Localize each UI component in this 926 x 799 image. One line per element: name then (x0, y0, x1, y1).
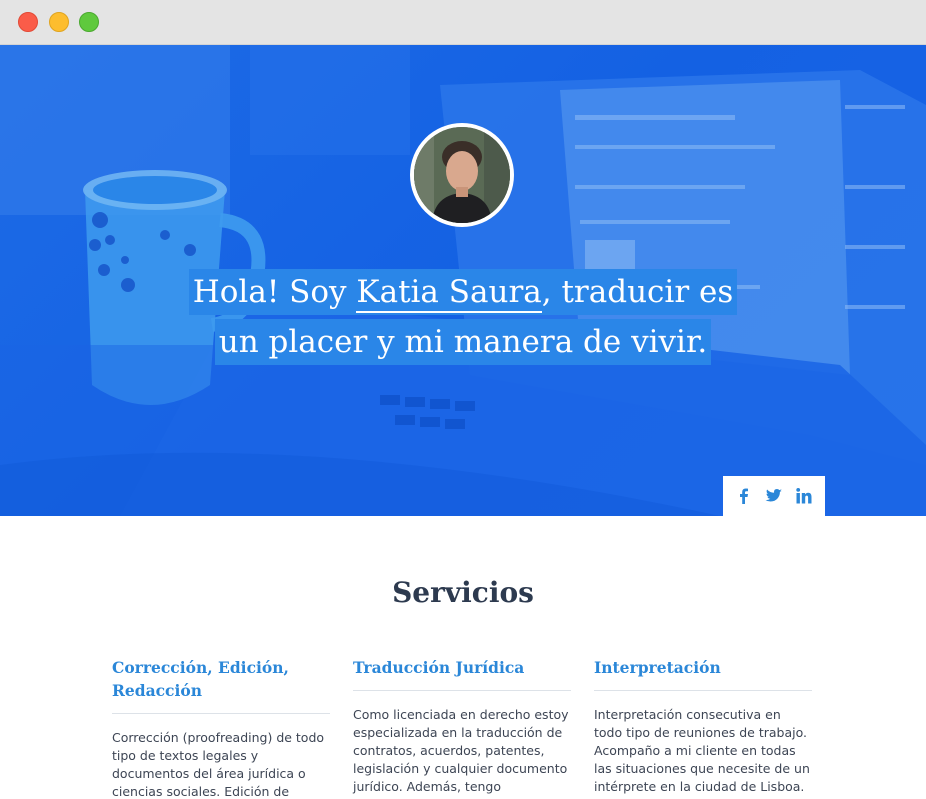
window-titlebar (0, 0, 926, 45)
service-title: Interpretación (594, 656, 812, 691)
twitter-icon[interactable] (765, 487, 783, 505)
service-description: Interpretación consecutiva en todo tipo … (594, 707, 810, 794)
headline-line-2: un placer y mi manera de vivir. (214, 319, 712, 365)
service-description: Corrección (proofreading) de todo tipo d… (112, 730, 325, 799)
services-heading: Servicios (392, 576, 534, 609)
headline-line-1: Hola! Soy Katia Saura, traducir es (188, 269, 738, 315)
headline-greeting: Hola! Soy (192, 274, 357, 310)
maximize-window-button[interactable] (79, 12, 99, 32)
linkedin-icon[interactable] (795, 487, 813, 505)
portrait-image (414, 127, 510, 223)
facebook-icon[interactable] (735, 487, 753, 505)
service-column-editing: Corrección, Edición, Redacción Correcció… (112, 656, 330, 799)
service-title: Corrección, Edición, Redacción (112, 656, 330, 714)
service-description: Como licenciada en derecho estoy especia… (353, 707, 569, 799)
service-column-legal-translation: Traducción Jurídica Como licenciada en d… (353, 656, 571, 799)
headline-continuation: , traducir es (541, 274, 734, 310)
service-title: Traducción Jurídica (353, 656, 571, 691)
profile-avatar (410, 123, 514, 227)
headline-name-link[interactable]: Katia Saura (356, 274, 542, 313)
service-column-interpretation: Interpretación Interpretación consecutiv… (594, 656, 812, 796)
social-links (723, 476, 825, 516)
hero-headline: Hola! Soy Katia Saura, traducir es un pl… (0, 269, 926, 369)
close-window-button[interactable] (18, 12, 38, 32)
hero-section: Hola! Soy Katia Saura, traducir es un pl… (0, 45, 926, 516)
minimize-window-button[interactable] (49, 12, 69, 32)
